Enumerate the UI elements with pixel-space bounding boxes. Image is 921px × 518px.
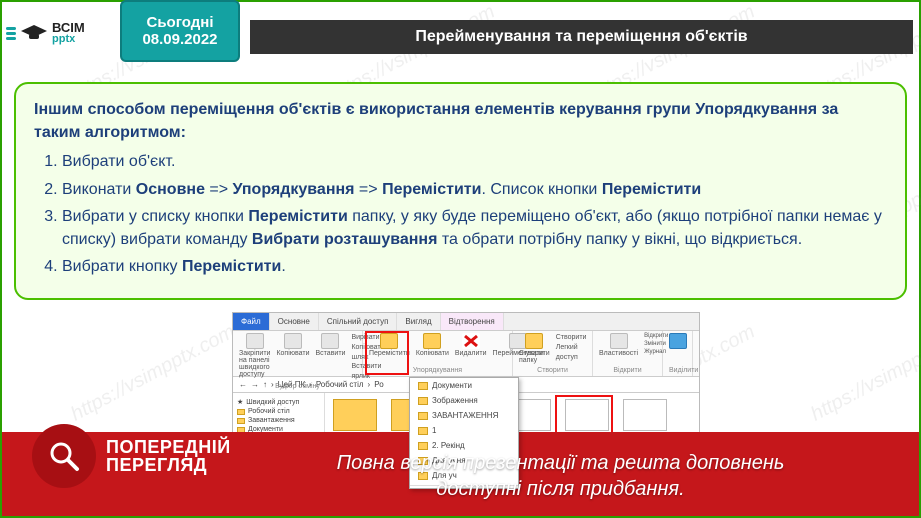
file-thumb [621, 399, 669, 431]
content-box: Іншим способом переміщення об'єктів є ви… [14, 82, 907, 300]
ribbon-group-new: Створити папку Створити Легкий доступ Ст… [513, 331, 593, 376]
ribbon-pin-button: Закріпити на панелі швидкого доступу [239, 333, 270, 378]
graduation-cap-icon [20, 23, 48, 43]
preview-badge: ПОПЕРЕДНІЙ ПЕРЕГЛЯД [32, 424, 231, 488]
ribbon-copyto-button: Копіювати [416, 333, 449, 357]
ribbon-move-button: Перемістити [369, 333, 410, 357]
sidebar-row: Робочий стіл [235, 407, 322, 416]
sidebar-row: Завантаження [235, 416, 322, 425]
logo-stripes-icon [6, 27, 16, 40]
dd-item: Документи [410, 378, 518, 393]
preview-text: ПОПЕРЕДНІЙ ПЕРЕГЛЯД [106, 438, 231, 474]
ribbon-copy-button: Копіювати [276, 333, 309, 357]
move-folder-icon [380, 333, 398, 349]
properties-icon [610, 333, 628, 349]
ribbon-group-clipboard: Закріпити на панелі швидкого доступу Коп… [233, 331, 363, 376]
folder-icon [333, 399, 377, 431]
magnifier-icon [46, 438, 82, 474]
file-icon [565, 399, 609, 431]
delete-icon [462, 333, 480, 349]
ribbon-group-organize: Перемістити Копіювати Видалити Переймену… [363, 331, 513, 376]
copy-icon [284, 333, 302, 349]
paste-icon [321, 333, 339, 349]
folder-icon [418, 412, 428, 420]
sidebar-row: ★Швидкий доступ [235, 397, 322, 407]
folder-icon [237, 418, 245, 424]
overlay-msg-line2: доступні після придбання. [232, 476, 889, 502]
content-intro: Іншим способом переміщення об'єктів є ви… [34, 98, 887, 144]
folder-icon [237, 409, 245, 415]
ribbon-newfolder-button: Створити папку [519, 333, 550, 364]
file-icon [623, 399, 667, 431]
folder-icon [418, 427, 428, 435]
file-thumb [331, 399, 379, 431]
overlay-message: Повна версія презентації та решта доповн… [232, 450, 889, 502]
ribbon-group-open: Властивості Відкрити Змінити Журнал Відк… [593, 331, 663, 376]
pin-icon [246, 333, 264, 349]
copy-folder-icon [423, 333, 441, 349]
ribbon-properties-button: Властивості [599, 333, 638, 357]
explorer-tab-view: Вигляд [397, 313, 440, 330]
folder-icon [418, 397, 428, 405]
date-badge-date: 08.09.2022 [122, 31, 238, 48]
watermark: https://vsimpptx.com [67, 321, 239, 427]
folder-icon [418, 442, 428, 450]
step-1: Вибрати об'єкт. [62, 150, 887, 173]
step-3: Вибрати у списку кнопки Перемістити папк… [62, 205, 887, 251]
explorer-tab-file: Файл [233, 313, 270, 330]
logo-text: ВСІМ pptx [52, 21, 85, 45]
dd-item: Зображення [410, 393, 518, 408]
dd-item: 1 [410, 423, 518, 438]
overlay-msg-line1: Повна версія презентації та решта доповн… [232, 450, 889, 476]
date-badge-label: Сьогодні [122, 14, 238, 31]
step-2: Виконати Основне => Упорядкування => Пер… [62, 178, 887, 201]
step-4: Вибрати кнопку Перемістити. [62, 255, 887, 278]
explorer-tabs: Файл Основне Спільний доступ Вигляд Відт… [233, 313, 699, 331]
slide: https://vsimpptx.com https://vsimpptx.co… [0, 0, 921, 518]
preview-line1: ПОПЕРЕДНІЙ [106, 438, 231, 456]
explorer-ribbon: Закріпити на панелі швидкого доступу Коп… [233, 331, 699, 377]
folder-icon [418, 382, 428, 390]
logo: ВСІМ pptx [6, 8, 116, 58]
explorer-tab-home: Основне [270, 313, 319, 330]
star-icon: ★ [237, 398, 243, 406]
logo-text-line2: pptx [52, 34, 85, 45]
ribbon-group-select: Виділити [663, 331, 693, 376]
explorer-tab-play: Відтворення [441, 313, 504, 330]
ribbon-delete-button: Видалити [455, 333, 487, 357]
date-badge: Сьогодні 08.09.2022 [120, 0, 240, 62]
ribbon-paste-button: Вставити [316, 333, 346, 357]
ribbon-select-button [669, 333, 687, 349]
explorer-tab-share: Спільний доступ [319, 313, 398, 330]
file-thumb [563, 399, 611, 431]
watermark: https://vsimpptx.com [807, 321, 921, 427]
dd-item: ЗАВАНТАЖЕННЯ [410, 408, 518, 423]
steps-list: Вибрати об'єкт. Виконати Основне => Упор… [34, 150, 887, 278]
magnifier-circle [32, 424, 96, 488]
new-folder-icon [525, 333, 543, 349]
preview-line2: ПЕРЕГЛЯД [106, 456, 231, 474]
select-icon [669, 333, 687, 349]
slide-title: Перейменування та переміщення об'єктів [250, 20, 913, 54]
